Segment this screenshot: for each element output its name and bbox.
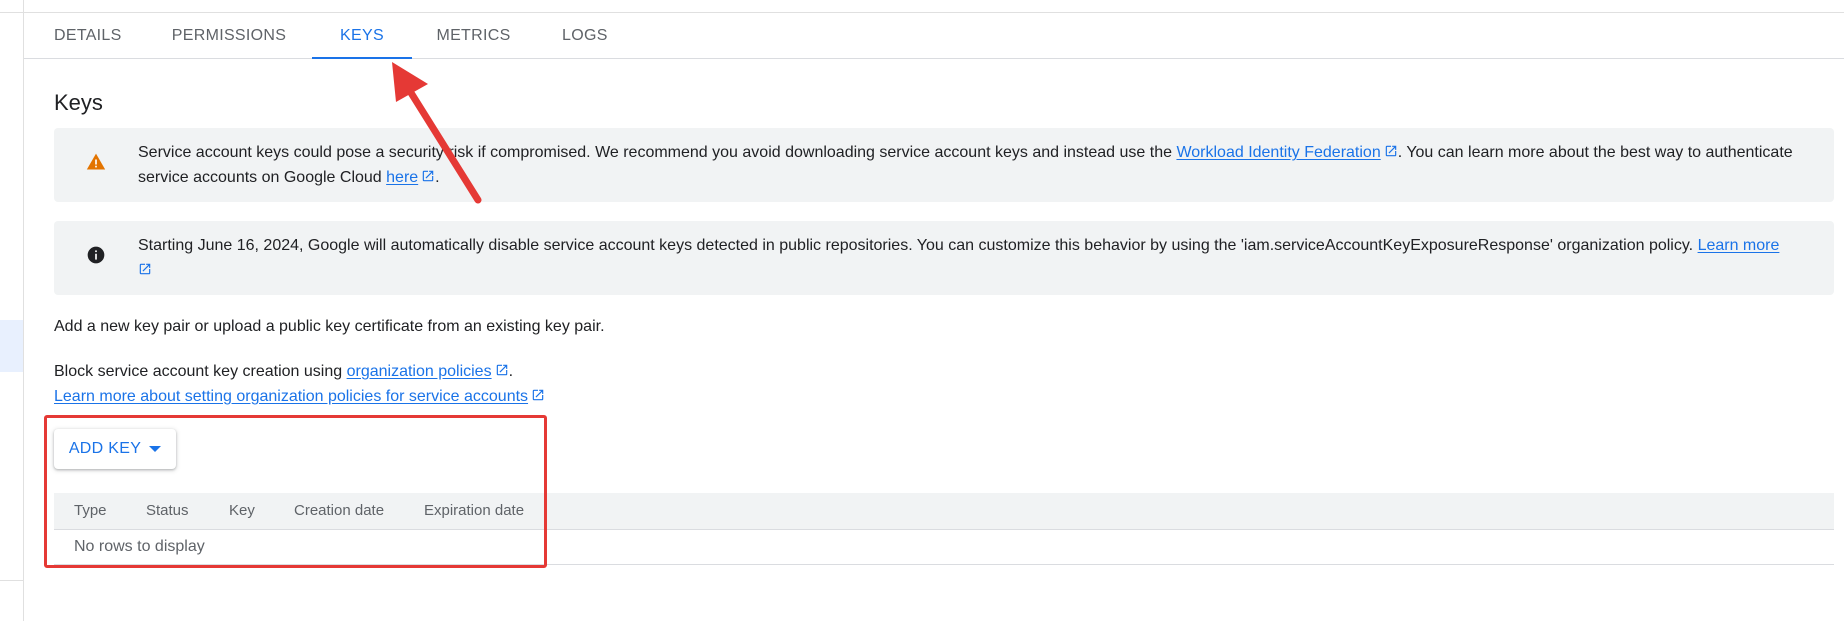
info-text: Starting June 16, 2024, Google will auto… [138, 233, 1814, 283]
tab-details[interactable]: DETAILS [54, 13, 121, 58]
learn-more-org-policies-link[interactable]: Learn more about setting organization po… [54, 388, 528, 405]
warning-icon [86, 153, 106, 170]
annotation-arrow-icon [392, 62, 482, 204]
policy-text-part: Block service account key creation using [54, 363, 347, 380]
learn-more-policies-line: Learn more about setting organization po… [54, 384, 545, 409]
organization-policies-link[interactable]: organization policies [347, 363, 492, 380]
left-nav-rail [0, 0, 24, 621]
security-warning-banner: Service account keys could pose a securi… [54, 128, 1834, 202]
rail-divider [0, 12, 23, 13]
tab-permissions[interactable]: PERMISSIONS [164, 13, 294, 58]
tab-logs[interactable]: LOGS [562, 13, 607, 58]
tab-keys[interactable]: KEYS [312, 13, 412, 59]
workload-identity-federation-link[interactable]: Workload Identity Federation [1176, 144, 1380, 161]
external-link-icon [496, 364, 507, 376]
rail-divider [0, 580, 23, 581]
external-link-icon [1385, 145, 1396, 157]
tab-bar: DETAILS PERMISSIONS KEYS METRICS LOGS [24, 13, 1844, 59]
warning-text-part: Service account keys could pose a securi… [138, 144, 1177, 161]
tab-metrics[interactable]: METRICS [436, 13, 511, 58]
external-link-icon [532, 389, 544, 401]
info-text-part: Starting June 16, 2024, Google will auto… [138, 237, 1698, 254]
policy-text-part: . [508, 363, 514, 380]
info-icon [87, 246, 105, 264]
policy-text: Block service account key creation using… [54, 359, 513, 384]
external-link-icon [139, 263, 151, 275]
learn-more-link[interactable]: Learn more [1698, 237, 1780, 254]
annotation-highlight-box [44, 415, 547, 568]
intro-text: Add a new key pair or upload a public ke… [54, 318, 605, 335]
key-exposure-info-banner: Starting June 16, 2024, Google will auto… [54, 221, 1834, 295]
rail-selected-item[interactable] [0, 320, 23, 372]
iam-service-account-keys-page: DETAILS PERMISSIONS KEYS METRICS LOGS Ke… [0, 0, 1844, 621]
page-title: Keys [54, 90, 103, 115]
